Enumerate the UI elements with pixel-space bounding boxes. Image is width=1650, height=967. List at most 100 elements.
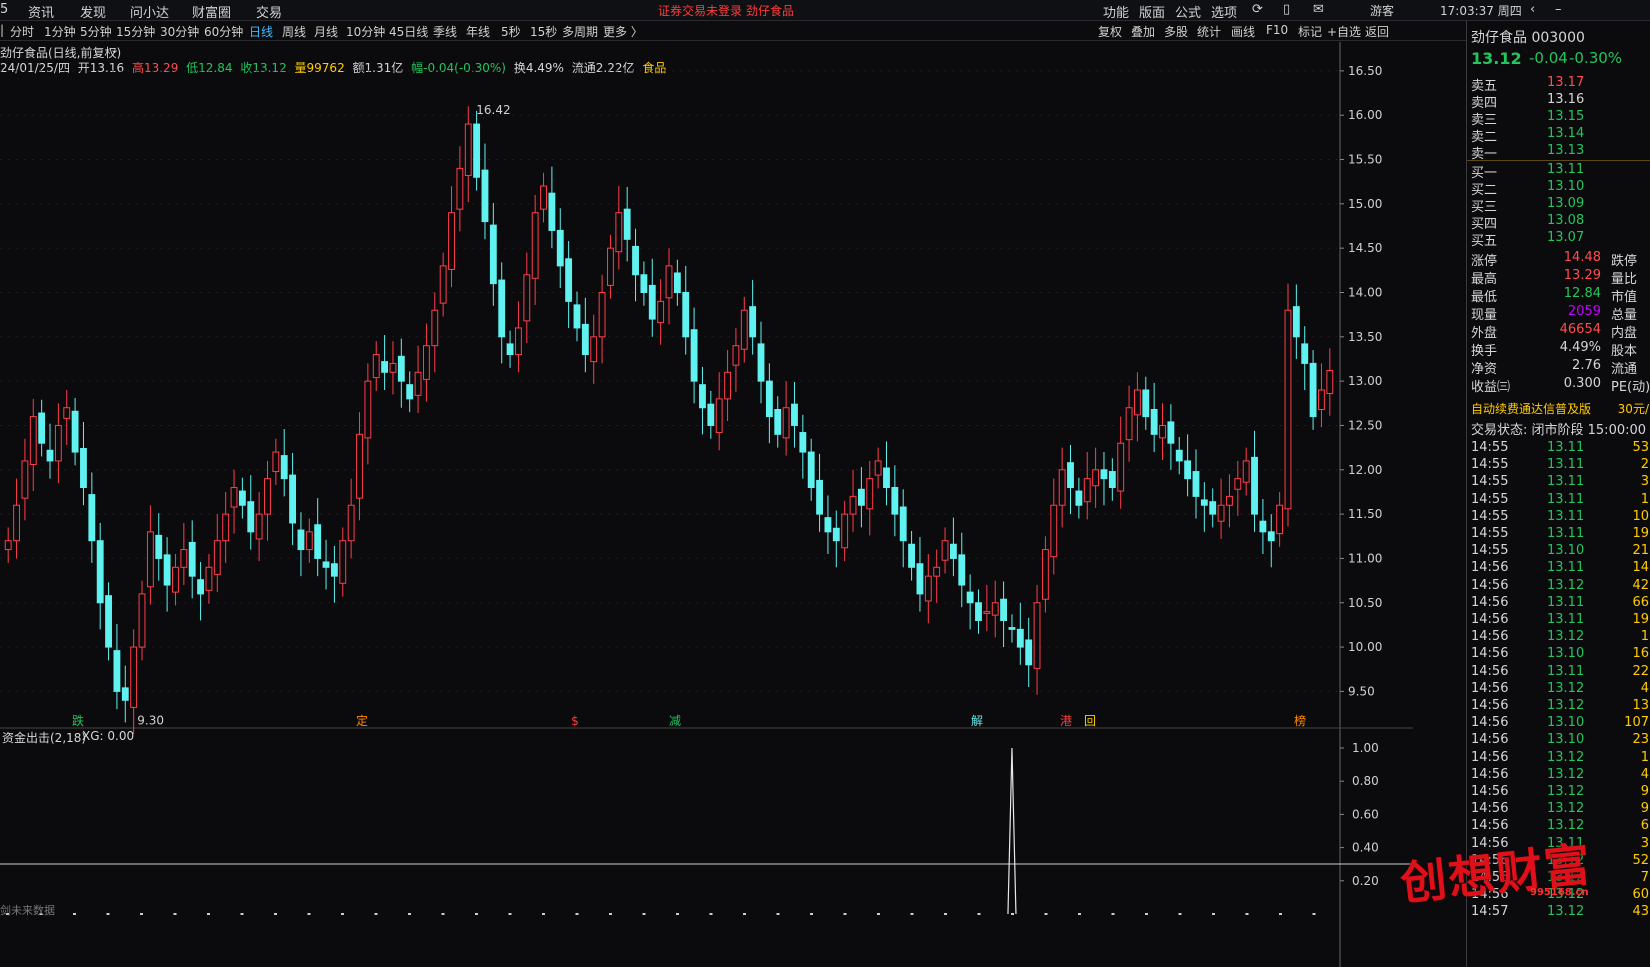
- tick-price: 13.12: [1547, 749, 1585, 765]
- sell-level-value: 13.17: [1547, 75, 1585, 90]
- tick-row[interactable]: 14:56 13.12 4: [1471, 767, 1649, 785]
- tick-row[interactable]: 14:55 13.11 10: [1471, 509, 1649, 527]
- tab-period-45day[interactable]: 45日线: [389, 23, 428, 40]
- ad-row[interactable]: 自动续费通达信普及版 30元/: [1471, 400, 1649, 418]
- tick-row[interactable]: 14:56 13.12 42: [1471, 578, 1649, 596]
- stat-value: 2.76: [1572, 358, 1601, 373]
- tick-row[interactable]: 14:56 13.11 19: [1471, 612, 1649, 630]
- sell-level[interactable]: 卖四 13.16: [1471, 92, 1649, 111]
- login-notice[interactable]: 证券交易未登录: [658, 2, 742, 19]
- tab-period-timeshare[interactable]: 分时: [10, 23, 34, 40]
- tick-volume: 43: [1632, 904, 1649, 920]
- tab-period-10min[interactable]: 10分钟: [346, 23, 385, 40]
- menu-item-trade[interactable]: 交易: [256, 2, 282, 21]
- tab-period-more[interactable]: 更多 〉: [603, 23, 643, 40]
- menu-item-formula[interactable]: 公式: [1175, 2, 1201, 21]
- toolbar-add-watchlist[interactable]: +自选: [1327, 23, 1361, 40]
- tick-row[interactable]: 14:56 13.12 1: [1471, 629, 1649, 647]
- menu-item-options[interactable]: 选项: [1211, 2, 1237, 21]
- ad-price[interactable]: 30元/: [1618, 400, 1649, 417]
- chart-area: 劲仔食品(日线,前复权) ⌄ 24/01/25/四 开13.16 高13.29 …: [0, 42, 1413, 967]
- candle-body: [765, 380, 773, 418]
- tab-period-quarter[interactable]: 季线: [433, 23, 457, 40]
- tab-period-weekly[interactable]: 周线: [282, 23, 306, 40]
- toolbar-mark[interactable]: 标记: [1298, 23, 1322, 40]
- tab-period-15min[interactable]: 15分钟: [116, 23, 155, 40]
- candle-body: [1033, 602, 1041, 669]
- tick-row[interactable]: 14:55 13.10 21: [1471, 543, 1649, 561]
- back-arrow-icon[interactable]: ‹: [1530, 2, 1535, 17]
- tab-period-5min[interactable]: 5分钟: [80, 23, 112, 40]
- tab-period-daily[interactable]: 日线: [249, 23, 273, 40]
- menu-item-wealth[interactable]: 财富圈: [192, 2, 231, 21]
- price-tick-label: 12.50: [1348, 418, 1382, 432]
- candle-body: [63, 407, 71, 419]
- menu-item-discover[interactable]: 发现: [80, 2, 106, 21]
- no-data-label: 剑未来数据: [0, 904, 55, 917]
- candle-body: [372, 354, 380, 379]
- tick-row[interactable]: 14:56 13.12 9: [1471, 801, 1649, 819]
- tick-row[interactable]: 14:55 13.11 2: [1471, 457, 1649, 475]
- phone-icon[interactable]: ▯: [1283, 2, 1290, 17]
- sell-level[interactable]: 卖三 13.15: [1471, 109, 1649, 128]
- candle-body: [247, 501, 255, 533]
- minimize-icon[interactable]: –: [1555, 2, 1562, 17]
- tick-row[interactable]: 14:55 13.11 53: [1471, 440, 1649, 458]
- tick-row[interactable]: 14:56 13.11 14: [1471, 560, 1649, 578]
- sell-level[interactable]: 卖一 13.13: [1471, 143, 1649, 162]
- buy-level[interactable]: 买五 13.07: [1471, 230, 1649, 249]
- refresh-icon[interactable]: ⟳: [1252, 2, 1263, 17]
- candle-body: [849, 495, 857, 515]
- tick-row[interactable]: 14:56 13.10 16: [1471, 646, 1649, 664]
- sell-level[interactable]: 卖五 13.17: [1471, 75, 1649, 94]
- candle-body: [1050, 504, 1058, 558]
- ad-text[interactable]: 自动续费通达信普及版: [1471, 400, 1591, 417]
- tick-row[interactable]: 14:55 13.11 1: [1471, 492, 1649, 510]
- tab-period-monthly[interactable]: 月线: [314, 23, 338, 40]
- tick-row[interactable]: 14:56 13.12 4: [1471, 681, 1649, 699]
- buy-level[interactable]: 买二 13.10: [1471, 179, 1649, 198]
- menu-item-layout[interactable]: 版面: [1139, 2, 1165, 21]
- tick-time: 14:56: [1471, 732, 1509, 748]
- indicator-dot: [1212, 913, 1215, 915]
- tab-period-multi[interactable]: 多周期: [562, 23, 598, 40]
- event-marker: 跌: [72, 713, 84, 728]
- tick-row[interactable]: 14:56 13.11 22: [1471, 664, 1649, 682]
- toolbar-f10[interactable]: F10: [1266, 23, 1288, 37]
- candlestick-chart[interactable]: 16.50 16.00 15.50 15.00 14.50 14.00 13.50 13.00…: [0, 42, 1413, 967]
- tab-period-30min[interactable]: 30分钟: [160, 23, 199, 40]
- toolbar-overlay[interactable]: 叠加: [1131, 23, 1155, 40]
- toolbar-draw[interactable]: 画线: [1231, 23, 1255, 40]
- tick-row[interactable]: 14:56 13.12 1: [1471, 750, 1649, 768]
- tab-period-15sec[interactable]: 15秒: [530, 23, 557, 40]
- tick-row[interactable]: 14:55 13.11 19: [1471, 526, 1649, 544]
- candle-body: [255, 513, 263, 540]
- menu-item-news[interactable]: 资讯: [28, 2, 54, 21]
- buy-level[interactable]: 买四 13.08: [1471, 213, 1649, 232]
- tab-period-60min[interactable]: 60分钟: [204, 23, 243, 40]
- tick-row[interactable]: 14:56 13.10 107: [1471, 715, 1649, 733]
- menu-item-function[interactable]: 功能: [1103, 2, 1129, 21]
- candle-body: [13, 504, 20, 542]
- buy-level[interactable]: 买三 13.09: [1471, 196, 1649, 215]
- toolbar-multi-stock[interactable]: 多股: [1164, 23, 1188, 40]
- tick-time: 14:56: [1471, 715, 1509, 731]
- toolbar-back[interactable]: 返回: [1365, 23, 1389, 40]
- tick-row[interactable]: 14:56 13.12 13: [1471, 698, 1649, 716]
- toolbar-stats[interactable]: 统计: [1197, 23, 1221, 40]
- user-label[interactable]: 游客: [1370, 2, 1394, 19]
- tick-row[interactable]: 14:55 13.11 3: [1471, 474, 1649, 492]
- sell-level[interactable]: 卖二 13.14: [1471, 126, 1649, 145]
- toolbar-restore-rights[interactable]: 复权: [1098, 23, 1122, 40]
- tick-row[interactable]: 14:56 13.12 9: [1471, 784, 1649, 802]
- candle-body: [314, 524, 322, 559]
- tick-row[interactable]: 14:57 13.12 43: [1471, 904, 1649, 922]
- tab-period-5sec[interactable]: 5秒: [501, 23, 521, 40]
- mail-icon[interactable]: ✉: [1313, 2, 1324, 17]
- tab-period-1min[interactable]: 1分钟: [44, 23, 76, 40]
- tick-row[interactable]: 14:56 13.10 23: [1471, 732, 1649, 750]
- tab-period-year[interactable]: 年线: [466, 23, 490, 40]
- menu-item-ask[interactable]: 问小达: [130, 2, 169, 21]
- tick-row[interactable]: 14:56 13.11 66: [1471, 595, 1649, 613]
- buy-level[interactable]: 买一 13.11: [1471, 162, 1649, 181]
